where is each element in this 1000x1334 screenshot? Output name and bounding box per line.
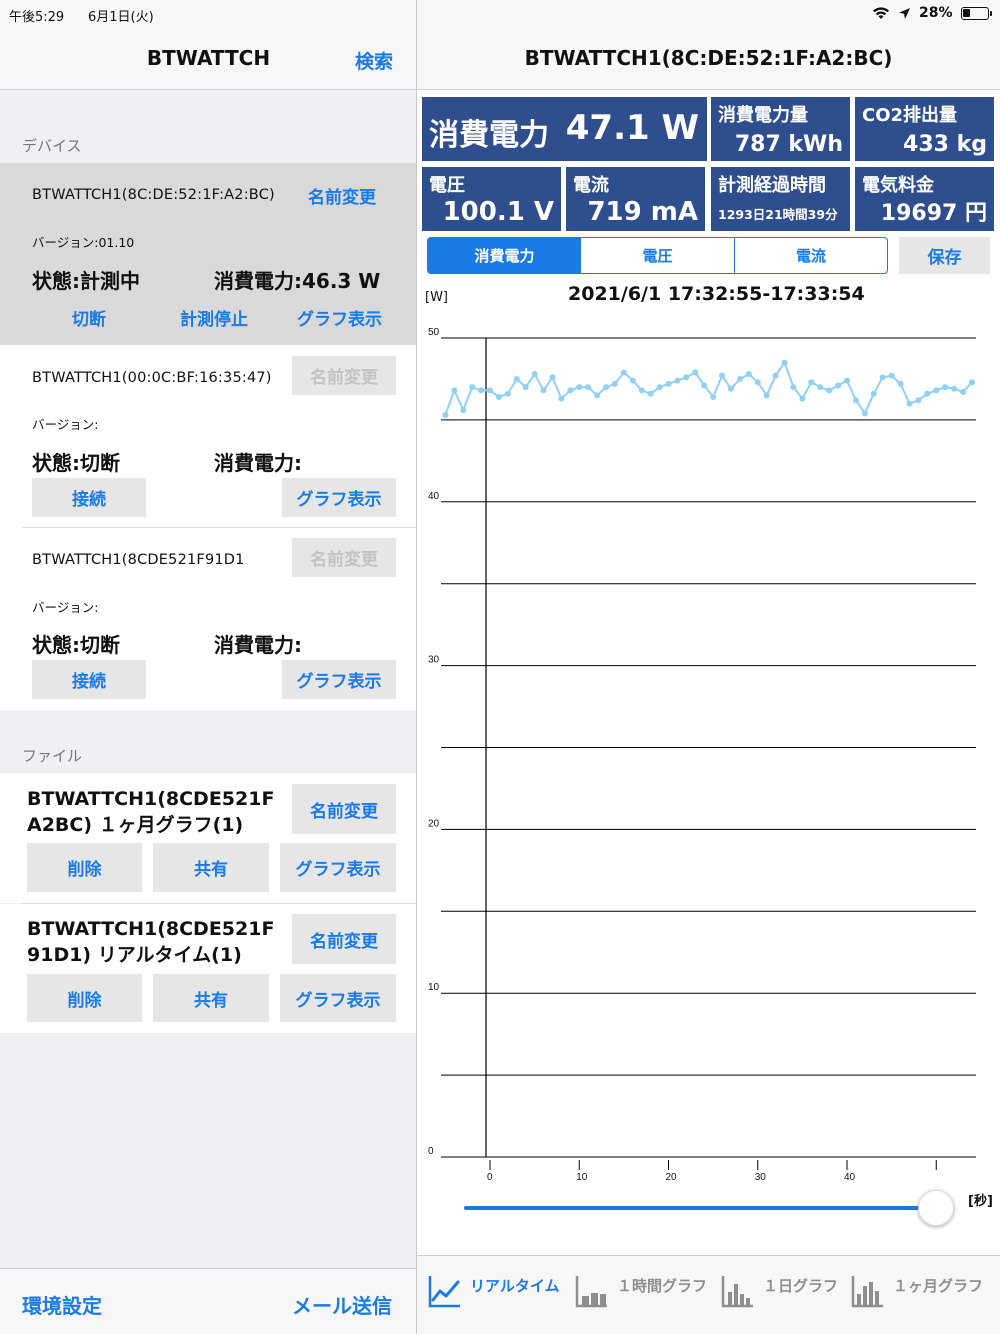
data-point	[656, 384, 663, 391]
data-point	[611, 380, 618, 387]
data-point	[861, 410, 868, 417]
bar-chart-icon	[851, 1276, 883, 1308]
data-point	[442, 411, 449, 418]
data-point	[817, 384, 824, 391]
data-point	[763, 392, 770, 399]
tab-monthly[interactable]: １ヶ月グラフ	[851, 1268, 983, 1314]
data-point	[665, 380, 672, 387]
data-point	[826, 387, 833, 394]
data-point	[719, 372, 726, 379]
data-point	[674, 377, 681, 384]
data-point	[968, 379, 975, 386]
tab-monthly-label: １ヶ月グラフ	[893, 1276, 984, 1295]
data-point	[478, 387, 485, 394]
bar-chart-icon	[721, 1276, 753, 1308]
data-point	[790, 384, 797, 391]
x-tick-label: 20	[666, 1172, 678, 1183]
data-point	[558, 395, 565, 402]
data-point	[754, 379, 761, 386]
data-point	[629, 377, 636, 384]
data-point	[933, 387, 940, 394]
time-slider-track[interactable]	[464, 1206, 936, 1210]
data-point	[772, 372, 779, 379]
data-point	[460, 407, 467, 414]
tab-realtime-label: リアルタイム	[470, 1276, 560, 1295]
data-point	[879, 374, 886, 381]
data-point	[710, 393, 717, 400]
x-tick-label: 0	[487, 1172, 493, 1183]
data-point	[906, 400, 913, 407]
x-tick-label: 30	[755, 1172, 767, 1183]
power-line-chart: 0 10 20 30 40 50 0 10 20 30 40	[428, 327, 976, 1183]
data-point	[736, 375, 743, 382]
time-slider-thumb[interactable]	[918, 1190, 954, 1226]
data-point	[870, 390, 877, 397]
x-tick-label: 10	[576, 1172, 588, 1183]
data-point	[683, 374, 690, 381]
data-point	[513, 375, 520, 382]
data-point	[852, 397, 859, 404]
data-point	[540, 387, 547, 394]
tab-hourly-label: １時間グラフ	[617, 1276, 708, 1295]
data-point	[924, 390, 931, 397]
x-tick-label: 40	[844, 1172, 856, 1183]
data-point	[835, 382, 842, 389]
data-point	[781, 359, 788, 366]
y-tick-label: 50	[428, 327, 440, 338]
tab-daily[interactable]: １日グラフ	[721, 1268, 838, 1314]
bar-chart-icon	[575, 1276, 607, 1308]
data-point	[620, 369, 627, 376]
data-point	[531, 371, 538, 378]
data-point	[727, 385, 734, 392]
data-point	[469, 384, 476, 391]
tab-daily-label: １日グラフ	[763, 1276, 839, 1295]
data-point	[585, 384, 592, 391]
data-point	[504, 390, 511, 397]
y-tick-label: 10	[428, 982, 440, 993]
data-point	[522, 384, 529, 391]
data-point	[603, 384, 610, 391]
data-point	[451, 387, 458, 394]
data-point	[692, 369, 699, 376]
data-point	[495, 393, 502, 400]
y-tick-label: 30	[428, 655, 440, 666]
data-point	[844, 377, 850, 384]
data-point	[808, 379, 815, 386]
data-point	[647, 390, 654, 397]
data-point	[942, 384, 949, 391]
y-tick-label: 0	[428, 1146, 434, 1157]
data-point	[549, 374, 556, 381]
data-point	[915, 397, 922, 404]
data-point	[594, 392, 601, 399]
line-chart-icon	[428, 1276, 460, 1308]
data-point	[487, 387, 493, 394]
data-point	[638, 387, 645, 394]
data-point	[701, 382, 708, 389]
data-point	[745, 371, 752, 378]
y-tick-label: 20	[428, 818, 440, 829]
data-point	[888, 372, 895, 379]
tab-realtime[interactable]: リアルタイム	[428, 1268, 560, 1314]
data-point	[567, 387, 574, 394]
data-point	[960, 389, 967, 396]
data-point	[951, 385, 958, 392]
tab-hourly[interactable]: １時間グラフ	[575, 1268, 707, 1314]
data-point	[576, 384, 583, 391]
data-point	[799, 395, 806, 402]
y-tick-label: 40	[428, 491, 440, 502]
data-point	[897, 380, 904, 387]
